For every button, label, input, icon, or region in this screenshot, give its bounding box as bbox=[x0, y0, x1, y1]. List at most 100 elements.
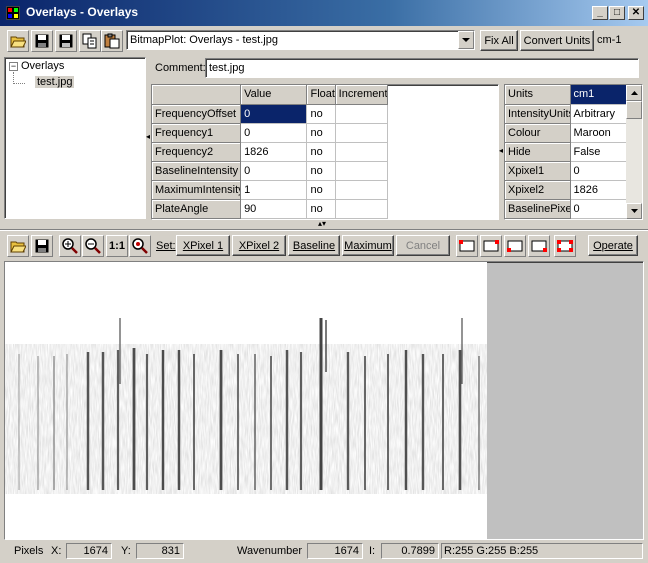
prop-value[interactable]: 0 bbox=[570, 199, 627, 219]
float-cell[interactable]: no bbox=[306, 161, 336, 181]
fix-all-button[interactable]: Fix All bbox=[480, 30, 518, 51]
float-cell[interactable]: no bbox=[306, 142, 336, 162]
prop-name[interactable]: BaselinePixel bbox=[505, 199, 571, 219]
zoom-one-button[interactable]: 1:1 bbox=[106, 235, 128, 257]
prop-value[interactable]: False bbox=[570, 142, 627, 162]
prop-name[interactable]: IntensityUnits bbox=[505, 104, 571, 124]
splitter-arrow-left[interactable]: ◂ bbox=[146, 132, 150, 141]
tree-root[interactable]: Overlays bbox=[21, 60, 64, 72]
minimize-button[interactable]: _ bbox=[592, 6, 608, 20]
table-row: Frequency1 0 no bbox=[152, 123, 389, 143]
tree-line bbox=[13, 83, 25, 84]
prop-value[interactable]: 1826 bbox=[570, 180, 627, 200]
operate-button[interactable]: Operate bbox=[588, 235, 638, 256]
plot-select-value: BitmapPlot: Overlays - test.jpg bbox=[130, 34, 278, 46]
y-label: Y: bbox=[121, 545, 131, 557]
set-xpixel2-button[interactable]: XPixel 2 bbox=[232, 235, 286, 256]
app-icon bbox=[6, 6, 20, 20]
value-cell[interactable]: 0 bbox=[240, 161, 308, 181]
scroll-thumb[interactable] bbox=[626, 101, 642, 119]
tree-item-test-jpg[interactable]: test.jpg bbox=[35, 76, 75, 88]
prop-value[interactable]: 0 bbox=[570, 161, 627, 181]
marker-bottom-left-button[interactable] bbox=[504, 235, 526, 257]
box-corner-bottom-right-icon bbox=[531, 240, 547, 252]
overlay-tree: − Overlays test.jpg bbox=[4, 57, 146, 219]
scroll-up-button[interactable] bbox=[626, 85, 642, 101]
scroll-down-button[interactable] bbox=[626, 203, 642, 219]
increment-cell[interactable] bbox=[335, 104, 389, 124]
copy-button[interactable] bbox=[79, 30, 101, 52]
prop-name[interactable]: Xpixel1 bbox=[505, 161, 571, 181]
table-row: Hide False bbox=[505, 142, 627, 162]
properties-grid: Units cm1 IntensityUnits Arbitrary Colour M… bbox=[504, 84, 643, 220]
marker-top-left-button[interactable] bbox=[456, 235, 478, 257]
float-cell[interactable]: no bbox=[306, 104, 336, 124]
plot-select-dropdown[interactable] bbox=[458, 31, 474, 49]
prop-name[interactable]: Xpixel2 bbox=[505, 180, 571, 200]
tree-collapse-icon[interactable]: − bbox=[9, 62, 18, 71]
bitmap-plot-area[interactable] bbox=[4, 261, 644, 540]
zoom-fit-button[interactable] bbox=[129, 235, 151, 257]
table-row: FrequencyOffset 0 no bbox=[152, 104, 389, 124]
comment-input[interactable]: test.jpg bbox=[205, 58, 639, 78]
zoom-out-button[interactable] bbox=[82, 235, 104, 257]
prop-value[interactable]: cm1 bbox=[570, 85, 627, 105]
row-header[interactable]: FrequencyOffset bbox=[152, 104, 242, 124]
increment-cell[interactable] bbox=[335, 199, 389, 219]
row-header[interactable]: Frequency2 bbox=[152, 142, 242, 162]
marker-all-corners-button[interactable] bbox=[554, 235, 576, 257]
pixels-label: Pixels bbox=[14, 545, 44, 557]
set-baseline-button[interactable]: Baseline bbox=[288, 235, 340, 256]
marker-top-right-button[interactable] bbox=[480, 235, 502, 257]
copy-icon bbox=[82, 33, 97, 49]
save-button[interactable] bbox=[31, 30, 53, 52]
maximize-button[interactable]: □ bbox=[609, 6, 625, 20]
save-all-button[interactable] bbox=[55, 30, 77, 52]
properties-scrollbar[interactable] bbox=[626, 85, 642, 219]
float-cell[interactable]: no bbox=[306, 199, 336, 219]
prop-value[interactable]: Arbitrary bbox=[570, 104, 627, 124]
marker-bottom-right-button[interactable] bbox=[528, 235, 550, 257]
splitter-arrow-right[interactable]: ◂ bbox=[499, 146, 503, 155]
spectrum-bitmap bbox=[5, 262, 487, 539]
plot-select[interactable]: BitmapPlot: Overlays - test.jpg bbox=[126, 30, 475, 50]
plot-save-button[interactable] bbox=[31, 235, 53, 257]
value-cell[interactable]: 1826 bbox=[240, 142, 308, 162]
paste-button[interactable] bbox=[101, 30, 123, 52]
save-icon bbox=[35, 239, 49, 253]
table-row: PlateAngle 90 no bbox=[152, 199, 389, 219]
increment-cell[interactable] bbox=[335, 161, 389, 181]
zoom-in-button[interactable] bbox=[59, 235, 81, 257]
splitter-arrow-down[interactable]: ▴▾ bbox=[318, 219, 326, 228]
value-cell[interactable]: 0 bbox=[240, 104, 308, 124]
prop-name[interactable]: Colour bbox=[505, 123, 571, 143]
row-header[interactable]: PlateAngle bbox=[152, 199, 242, 219]
row-header[interactable]: BaselineIntensity bbox=[152, 161, 242, 181]
set-xpixel1-button[interactable]: XPixel 1 bbox=[176, 235, 230, 256]
float-cell[interactable]: no bbox=[306, 180, 336, 200]
paste-icon bbox=[104, 33, 120, 49]
value-cell[interactable]: 0 bbox=[240, 123, 308, 143]
prop-name[interactable]: Units bbox=[505, 85, 571, 105]
increment-cell[interactable] bbox=[335, 142, 389, 162]
increment-cell[interactable] bbox=[335, 180, 389, 200]
cancel-button[interactable]: Cancel bbox=[396, 235, 450, 256]
column-header-increment[interactable]: Increment bbox=[335, 85, 389, 105]
row-header[interactable]: MaximumIntensity bbox=[152, 180, 242, 200]
title-bar: Overlays - Overlays _ □ ✕ bbox=[0, 0, 648, 26]
convert-units-button[interactable]: Convert Units bbox=[520, 30, 594, 51]
plot-open-button[interactable] bbox=[7, 235, 29, 257]
column-header-value[interactable]: Value bbox=[240, 85, 308, 105]
column-header-float[interactable]: Float bbox=[306, 85, 336, 105]
box-corner-top-left-icon bbox=[459, 240, 475, 252]
open-button[interactable] bbox=[7, 30, 29, 52]
value-cell[interactable]: 90 bbox=[240, 199, 308, 219]
prop-name[interactable]: Hide bbox=[505, 142, 571, 162]
value-cell[interactable]: 1 bbox=[240, 180, 308, 200]
increment-cell[interactable] bbox=[335, 123, 389, 143]
close-button[interactable]: ✕ bbox=[628, 6, 644, 20]
prop-value[interactable]: Maroon bbox=[570, 123, 627, 143]
set-maximum-button[interactable]: Maximum bbox=[342, 235, 394, 256]
row-header[interactable]: Frequency1 bbox=[152, 123, 242, 143]
float-cell[interactable]: no bbox=[306, 123, 336, 143]
